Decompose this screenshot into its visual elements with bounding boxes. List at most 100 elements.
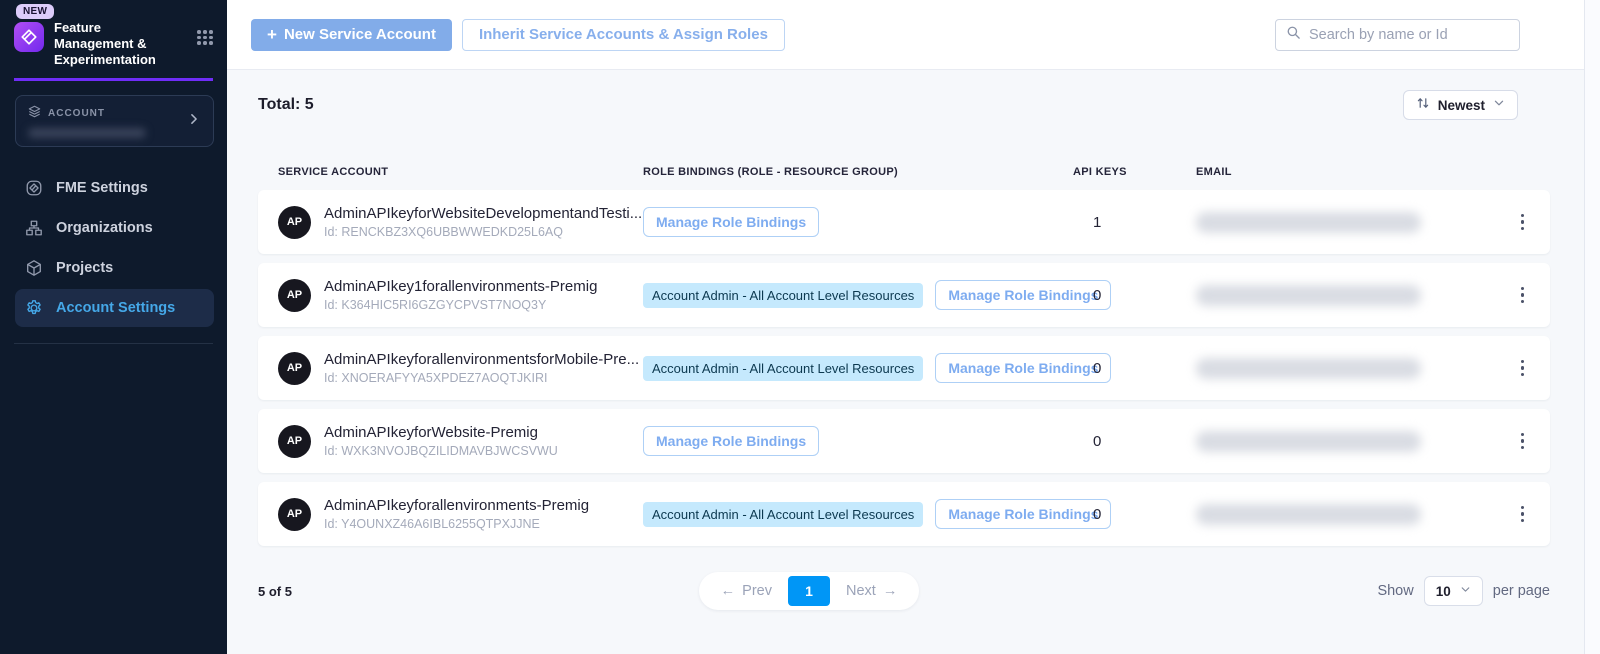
sidebar-item-label: Projects: [56, 260, 113, 276]
service-account-cell: AP AdminAPIkeyforWebsiteDevelopmentandTe…: [278, 205, 643, 239]
sidebar-item-label: Organizations: [56, 220, 153, 236]
service-account-name: AdminAPIkeyforallenvironments-Premig: [324, 497, 589, 514]
email-cell: [1196, 358, 1513, 379]
toolbar: + New Service Account Inherit Service Ac…: [227, 0, 1600, 70]
table-row: AP AdminAPIkeyforWebsiteDevelopmentandTe…: [258, 190, 1550, 254]
service-account-id: Id: WXK3NVOJBQZILIDMAVBJWCSVWU: [324, 444, 558, 458]
kebab-menu-icon[interactable]: [1515, 427, 1531, 456]
service-account-id: Id: K364HIC5RI6GZGYCPVST7NOQ3Y: [324, 298, 597, 312]
app-switcher-icon[interactable]: [197, 30, 213, 45]
table-row: AP AdminAPIkeyforallenvironmentsforMobil…: [258, 336, 1550, 400]
sidebar-divider: [14, 343, 213, 344]
manage-role-bindings-button[interactable]: Manage Role Bindings: [643, 207, 819, 237]
account-selector[interactable]: ACCOUNT: [15, 95, 214, 147]
role-bindings-cell: Manage Role Bindings: [643, 207, 1073, 237]
page-size-group: Show 10 per page: [1290, 576, 1550, 606]
organizations-icon: [25, 219, 43, 237]
sidebar-item-fme-settings[interactable]: FME Settings: [15, 169, 214, 207]
email-redacted: [1196, 358, 1421, 379]
role-badge: Account Admin - All Account Level Resour…: [643, 283, 923, 308]
column-header-api-keys: API KEYS: [1073, 166, 1196, 178]
service-account-name: AdminAPIkeyforallenvironmentsforMobile-P…: [324, 351, 639, 368]
email-redacted: [1196, 285, 1421, 306]
new-service-account-label: New Service Account: [284, 26, 436, 43]
sort-dropdown[interactable]: Newest: [1403, 90, 1518, 120]
role-bindings-cell: Manage Role Bindings: [643, 426, 1073, 456]
sort-value: Newest: [1438, 98, 1485, 113]
email-cell: [1196, 504, 1513, 525]
per-page-label: per page: [1493, 583, 1550, 599]
sort-arrows-icon: [1416, 96, 1430, 115]
brand-accent-rule: [14, 78, 213, 81]
total-count: Total: 5: [258, 96, 314, 114]
sidebar: NEW Feature Management & Experimentation: [0, 0, 227, 654]
service-account-id: Id: RENCKBZ3XQ6UBBWWEDKD25L6AQ: [324, 225, 642, 239]
sidebar-item-projects[interactable]: Projects: [15, 249, 214, 287]
service-account-cell: AP AdminAPIkeyforWebsite-Premig Id: WXK3…: [278, 424, 643, 458]
service-account-name: AdminAPIkeyforWebsite-Premig: [324, 424, 558, 441]
kebab-menu-icon[interactable]: [1515, 500, 1531, 529]
kebab-menu-icon[interactable]: [1515, 281, 1531, 310]
role-bindings-cell: Account Admin - All Account Level Resour…: [643, 353, 1073, 383]
column-header-email: EMAIL: [1196, 166, 1513, 178]
avatar: AP: [278, 352, 311, 385]
kebab-menu-icon[interactable]: [1515, 208, 1531, 237]
service-account-id: Id: Y4OUNXZ46A6IBL6255QTPXJJNE: [324, 517, 589, 531]
app-root: NEW Feature Management & Experimentation: [0, 0, 1600, 654]
column-header-role-bindings: ROLE BINDINGS (ROLE - RESOURCE GROUP): [643, 166, 1073, 178]
layers-icon: [28, 105, 41, 123]
avatar: AP: [278, 279, 311, 312]
show-label: Show: [1377, 583, 1413, 599]
email-redacted: [1196, 504, 1421, 525]
email-cell: [1196, 431, 1513, 452]
service-account-id: Id: XNOERAFYYA5XPDEZ7AOQTJKIRI: [324, 371, 639, 385]
sidebar-nav: FME Settings Organizations Projects: [0, 169, 227, 327]
table-body: AP AdminAPIkeyforWebsiteDevelopmentandTe…: [258, 190, 1550, 546]
pagination-bar: 5 of 5 ← Prev 1 Next →: [258, 572, 1550, 610]
scrollbar-track[interactable]: [1584, 0, 1600, 654]
prev-page-button[interactable]: ← Prev: [705, 583, 788, 599]
page-size-value: 10: [1436, 584, 1451, 599]
account-label: ACCOUNT: [48, 108, 105, 119]
gear-icon: [25, 299, 43, 317]
inherit-service-accounts-button[interactable]: Inherit Service Accounts & Assign Roles: [462, 19, 785, 51]
search-input[interactable]: [1309, 27, 1509, 43]
prev-label: Prev: [742, 583, 772, 599]
service-account-name: AdminAPIkeyforWebsiteDevelopmentandTesti…: [324, 205, 642, 222]
current-page-button[interactable]: 1: [788, 576, 830, 606]
avatar: AP: [278, 206, 311, 239]
new-badge: NEW: [16, 4, 54, 19]
arrow-left-icon: ←: [721, 583, 736, 599]
search-icon: [1286, 25, 1301, 45]
role-badge: Account Admin - All Account Level Resour…: [643, 502, 923, 527]
service-account-name: AdminAPIkey1forallenvironments-Premig: [324, 278, 597, 295]
role-bindings-cell: Account Admin - All Account Level Resour…: [643, 499, 1073, 529]
next-label: Next: [846, 583, 876, 599]
main-area: + New Service Account Inherit Service Ac…: [227, 0, 1600, 654]
page-size-dropdown[interactable]: 10: [1424, 576, 1483, 606]
api-keys-count: 0: [1073, 433, 1196, 450]
manage-role-bindings-button[interactable]: Manage Role Bindings: [643, 426, 819, 456]
chevron-right-icon: [187, 112, 201, 131]
account-selector-body: ACCOUNT: [28, 105, 187, 138]
arrow-right-icon: →: [883, 583, 898, 599]
sidebar-item-account-settings[interactable]: Account Settings: [15, 289, 214, 327]
fme-logo-icon: [14, 22, 44, 52]
api-keys-count: 0: [1073, 360, 1196, 377]
table-row: AP AdminAPIkeyforallenvironments-Premig …: [258, 482, 1550, 546]
kebab-menu-icon[interactable]: [1515, 354, 1531, 383]
chevron-down-icon: [1460, 583, 1471, 599]
projects-icon: [25, 259, 43, 277]
brand-header: NEW Feature Management & Experimentation: [0, 0, 227, 68]
api-keys-count: 0: [1073, 287, 1196, 304]
fme-settings-icon: [25, 179, 43, 197]
next-page-button[interactable]: Next →: [830, 583, 913, 599]
chevron-down-icon: [1493, 96, 1505, 114]
avatar: AP: [278, 425, 311, 458]
plus-icon: +: [267, 26, 277, 43]
new-service-account-button[interactable]: + New Service Account: [251, 19, 452, 51]
table-header-row: SERVICE ACCOUNT ROLE BINDINGS (ROLE - RE…: [258, 166, 1550, 178]
api-keys-count: 0: [1073, 506, 1196, 523]
sidebar-item-label: FME Settings: [56, 180, 148, 196]
sidebar-item-organizations[interactable]: Organizations: [15, 209, 214, 247]
